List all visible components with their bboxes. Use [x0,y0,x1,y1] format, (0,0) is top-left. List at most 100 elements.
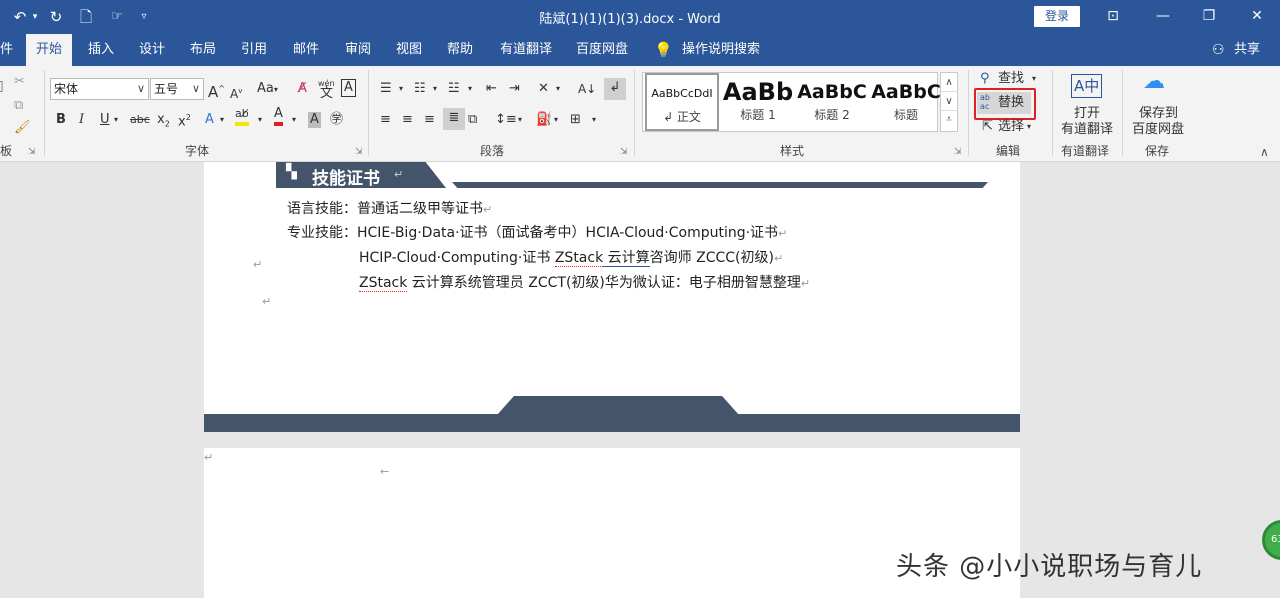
minimize-icon[interactable]: — [1148,5,1178,27]
align-center-icon[interactable]: ≡ [402,110,413,130]
cut-icon[interactable]: ✂ [14,72,25,92]
subscript-icon[interactable]: x2 [157,110,170,135]
more-styles-icon[interactable]: ⩡ [941,111,957,129]
borders-dropdown-icon[interactable]: ▾ [592,110,596,130]
borders-icon[interactable]: ⊞ [570,110,581,130]
phonetic-guide-icon[interactable]: 文 [320,84,333,104]
highlight-dropdown-icon[interactable]: ▾ [258,110,262,130]
find-button[interactable]: 查找 [998,69,1024,89]
doc-line-zstack[interactable]: ZStack 云计算系统管理员 ZCCT(初级)华为微认证：电子相册智慧整理↵ [359,272,810,292]
doc-line-language[interactable]: 语言技能：普通话二级甲等证书↵ [287,198,492,218]
collapse-ribbon-icon[interactable]: ∧ [1260,142,1269,162]
clipboard-launcher-icon[interactable]: ⇲ [28,142,36,162]
distributed-icon[interactable]: ⧉ [468,110,477,130]
bullets-dropdown-icon[interactable]: ▾ [399,79,403,99]
tab-view[interactable]: 视图 [396,34,422,66]
show-marks-icon[interactable]: ↲ [604,78,626,100]
doc-line-hcip[interactable]: HCIP-Cloud·Computing·证书 ZStack 云计算咨询师 ZC… [359,247,783,267]
underline-icon[interactable]: U [100,110,110,130]
style-title[interactable]: AaBbC 标题 [869,73,943,131]
select-button[interactable]: 选择 [998,117,1024,137]
font-color-icon[interactable]: A [274,106,283,126]
font-launcher-icon[interactable]: ⇲ [355,142,363,162]
italic-icon[interactable]: I [79,110,84,130]
chevron-up-icon[interactable]: ∧ [941,73,957,92]
clear-formatting-icon[interactable]: A̸ [298,79,307,99]
style-heading-1[interactable]: AaBb 标题 1 [721,73,795,131]
tab-design[interactable]: 设计 [139,34,165,66]
spell-error-word: ZStack [359,275,408,292]
bullets-icon[interactable]: ☰ [380,79,392,99]
justify-icon[interactable]: ≣ [443,108,465,130]
tab-references[interactable]: 引用 [241,34,267,66]
doc-line-professional[interactable]: 专业技能：HCIE-Big·Data·证书（面试备考中）HCIA-Cloud·C… [287,222,787,242]
font-name-select[interactable]: 宋体 ∨ [50,78,149,100]
chinese-layout-icon[interactable]: ✕ [538,79,549,99]
paragraph-mark: ↵ [394,168,404,181]
tab-insert[interactable]: 插入 [88,34,114,66]
copy-icon[interactable]: ⧉ [14,96,23,116]
shrink-font-icon[interactable]: Av [230,81,242,104]
floating-badge[interactable]: 63 [1262,520,1280,560]
superscript-icon[interactable]: x2 [178,108,191,132]
enclose-characters-icon[interactable]: ㊫ [330,110,343,130]
restore-icon[interactable]: ❐ [1194,5,1224,27]
group-label-save: 保存 [1145,144,1170,158]
tab-help[interactable]: 帮助 [447,34,473,66]
select-dropdown-icon[interactable]: ▾ [1027,117,1031,137]
character-shading-icon[interactable]: A [308,112,321,128]
character-border-icon[interactable]: A [341,79,356,97]
chevron-down-icon[interactable]: ∨ [941,92,957,111]
close-icon[interactable]: ✕ [1242,5,1272,27]
login-button[interactable]: 登录 [1034,6,1080,27]
sort-icon[interactable]: A↓ [578,79,596,99]
line-spacing-dropdown-icon[interactable]: ▾ [518,110,522,130]
text-effects-icon[interactable]: A [205,110,214,130]
multilevel-dropdown-icon[interactable]: ▾ [468,79,472,99]
tell-me-search[interactable]: 操作说明搜索 [682,34,760,66]
shading-icon[interactable]: ⛽ [536,110,552,130]
text-effects-dropdown-icon[interactable]: ▾ [220,110,224,130]
font-color-dropdown-icon[interactable]: ▾ [292,110,296,130]
paste-icon[interactable]: ▯ [0,76,4,96]
underline-dropdown-icon[interactable]: ▾ [114,110,118,130]
numbering-icon[interactable]: ☷ [414,79,426,99]
share-button[interactable]: 共享 [1234,34,1260,66]
multilevel-list-icon[interactable]: ☳ [448,79,460,99]
grow-font-icon[interactable]: A^ [208,79,225,102]
shading-dropdown-icon[interactable]: ▾ [554,110,558,130]
person-icon: ⚇ [1212,42,1225,58]
highlight-icon[interactable]: ab̸ [235,106,249,126]
footer-decoration [497,396,739,415]
find-dropdown-icon[interactable]: ▾ [1032,69,1036,89]
format-painter-icon[interactable]: 🖌 [14,118,31,138]
numbering-dropdown-icon[interactable]: ▾ [433,79,437,99]
styles-launcher-icon[interactable]: ⇲ [954,142,962,162]
tab-mailings[interactable]: 邮件 [293,34,319,66]
paragraph-mark: ↵ [253,258,263,271]
tab-layout[interactable]: 布局 [190,34,216,66]
align-left-icon[interactable]: ≡ [380,110,391,130]
style-preview: AaBb [722,78,794,106]
baidu-pan-label[interactable]: 百度网盘 [1132,120,1184,140]
tab-youdao[interactable]: 有道翻译 [500,34,552,66]
tab-review[interactable]: 审阅 [345,34,371,66]
ribbon-display-options-icon[interactable]: ⊡ [1098,5,1128,27]
youdao-translate-label[interactable]: 有道翻译 [1061,120,1113,140]
line-spacing-icon[interactable]: ↕≡ [495,110,517,130]
style-heading-2[interactable]: AaBbC 标题 2 [795,73,869,131]
paragraph-launcher-icon[interactable]: ⇲ [620,142,628,162]
font-size-select[interactable]: 五号 ∨ [150,78,204,100]
style-normal[interactable]: AaBbCcDdI ↲ 正文 [645,73,719,131]
chinese-layout-dropdown-icon[interactable]: ▾ [556,79,560,99]
paragraph-mark: ↵ [262,295,272,308]
decrease-indent-icon[interactable]: ⇤ [486,79,497,99]
increase-indent-icon[interactable]: ⇥ [509,79,520,99]
tab-home[interactable]: 开始 [26,34,73,66]
tab-file[interactable]: 件 [0,34,13,66]
align-right-icon[interactable]: ≡ [424,110,435,130]
change-case-button[interactable]: Aa▾ [257,79,278,100]
tab-baidu[interactable]: 百度网盘 [576,34,628,66]
bold-icon[interactable]: B [56,110,66,130]
strikethrough-icon[interactable]: abc [130,110,150,130]
